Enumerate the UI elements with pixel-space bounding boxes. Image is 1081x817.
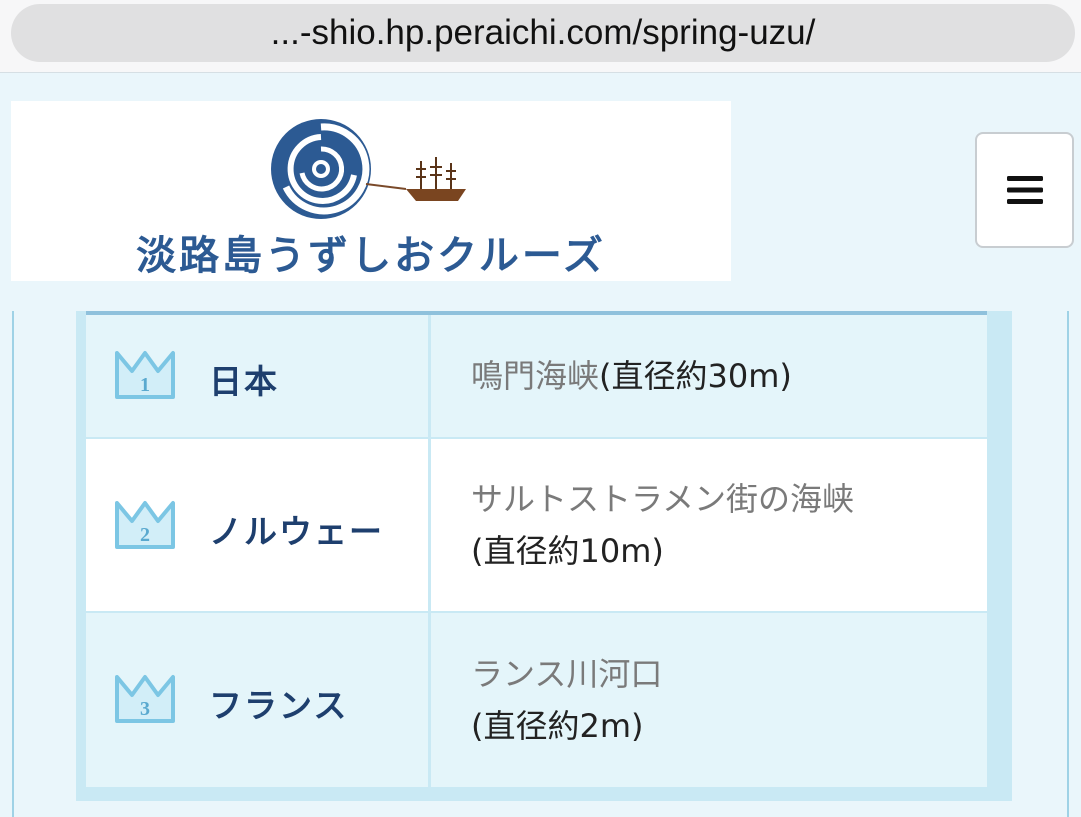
table-row: 3 フランス ランス川河口 (直径約2m)	[86, 613, 987, 787]
site-header: 淡路島うずしおクルーズ	[0, 73, 1081, 311]
place-name: 鳴門海峡	[471, 357, 600, 395]
place-name: サルトストラメン街の海峡	[471, 480, 855, 518]
section-border-left	[12, 311, 14, 817]
browser-toolbar: ...-shio.hp.peraichi.com/spring-uzu/	[0, 0, 1081, 73]
table-row: 2 ノルウェー サルトストラメン街の海峡 (直径約10m)	[86, 439, 987, 611]
description-cell: サルトストラメン街の海峡 (直径約10m)	[431, 439, 987, 611]
address-bar[interactable]: ...-shio.hp.peraichi.com/spring-uzu/	[11, 4, 1075, 62]
description-cell: ランス川河口 (直径約2m)	[431, 613, 987, 787]
whirlpool-size: (直径約2m)	[471, 707, 644, 745]
country-cell: 3 フランス	[86, 613, 431, 787]
country-name: ノルウェー	[209, 512, 384, 551]
menu-button[interactable]	[975, 132, 1074, 248]
whirlpool-size: (直径約10m)	[471, 532, 664, 570]
country-name: フランス	[209, 686, 349, 725]
table-row: 1 日本 鳴門海峡(直径約30m)	[86, 315, 987, 437]
country-cell: 1 日本	[86, 315, 431, 437]
whirlpool-ship-logo-icon	[271, 119, 466, 219]
logo-text: 淡路島うずしおクルーズ	[136, 233, 606, 279]
description-cell: 鳴門海峡(直径約30m)	[431, 315, 987, 437]
country-cell: 2 ノルウェー	[86, 439, 431, 611]
rank-number: 3	[140, 698, 150, 720]
crown-rank-1-icon: 1	[115, 351, 175, 399]
url-text: ...-shio.hp.peraichi.com/spring-uzu/	[270, 13, 816, 52]
place-name: ランス川河口	[471, 655, 663, 693]
whirlpool-size: (直径約30m)	[599, 357, 792, 395]
site-logo[interactable]: 淡路島うずしおクルーズ	[11, 101, 731, 281]
crown-rank-2-icon: 2	[115, 501, 175, 549]
crown-rank-3-icon: 3	[115, 675, 175, 723]
rank-number: 2	[140, 524, 150, 546]
rank-number: 1	[140, 374, 150, 396]
section-border-right	[1067, 311, 1069, 817]
hamburger-menu-icon	[1006, 176, 1043, 204]
country-name: 日本	[209, 362, 279, 401]
